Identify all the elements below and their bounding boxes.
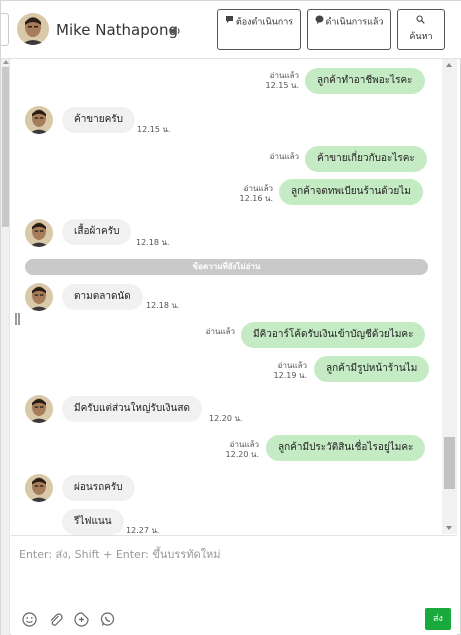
incoming-message[interactable]: เสื้อผ้าครับ <box>62 219 132 245</box>
message-meta: อ่านแล้ว <box>251 152 299 162</box>
contact-avatar[interactable] <box>25 219 53 247</box>
incoming-message[interactable]: ตามตลาดนัด <box>62 284 143 310</box>
message-time: 12.18 น. <box>146 301 180 310</box>
message-time: 12.15 น. <box>137 125 171 134</box>
message-time: 12.19 น. <box>273 371 307 380</box>
message-input[interactable] <box>19 544 439 564</box>
chat-header: Mike Nathapong ต้องดำเนินการ ดำเนินการแล… <box>1 1 461 59</box>
read-status: อ่านแล้ว <box>243 184 273 193</box>
message-composer: ส่ง <box>11 535 457 635</box>
messenger-icon <box>315 15 324 29</box>
search-icon <box>415 15 425 29</box>
outgoing-message[interactable]: ลูกค้าทำอาชีพอะไรคะ <box>305 68 425 94</box>
paperclip-icon[interactable] <box>47 611 64 628</box>
read-status: อ่านแล้ว <box>205 327 235 336</box>
chat-window: Mike Nathapong ต้องดำเนินการ ดำเนินการแล… <box>0 0 461 635</box>
contact-avatar[interactable] <box>25 474 53 502</box>
resize-handle[interactable] <box>15 313 20 325</box>
to-do-label: ต้องดำเนินการ <box>235 17 294 28</box>
contact-name: Mike Nathapong <box>56 21 178 39</box>
message-meta: อ่านแล้ว 12.15 น. <box>251 71 299 91</box>
incoming-message[interactable]: มีครับแต่ส่วนใหญ่รับเงินสด <box>62 396 202 422</box>
read-status: อ่านแล้ว <box>229 440 259 449</box>
emoji-icon[interactable] <box>21 611 38 628</box>
contact-avatar[interactable] <box>25 106 53 134</box>
incoming-message[interactable]: ค้าขายครับ <box>62 107 136 133</box>
whatsapp-icon[interactable] <box>99 611 116 628</box>
send-button[interactable]: ส่ง <box>425 608 451 630</box>
message-time: 12.15 น. <box>265 81 299 90</box>
incoming-message[interactable]: รีไฟแนน <box>62 509 124 535</box>
search-button[interactable]: ค้นหา <box>397 9 445 50</box>
read-status: อ่านแล้ว <box>269 152 299 161</box>
message-meta: อ่านแล้ว <box>187 327 235 337</box>
search-label: ค้นหา <box>409 31 433 42</box>
message-scrollbar[interactable] <box>442 59 457 534</box>
read-status: อ่านแล้ว <box>269 71 299 80</box>
back-tab[interactable] <box>1 13 9 46</box>
speaker-icon[interactable] <box>168 23 182 37</box>
message-time: 12.18 น. <box>136 238 170 247</box>
outgoing-message[interactable]: มีคิวอาร์โค้ดรับเงินเข้าบัญชีด้วยไมคะ <box>241 322 426 348</box>
scroll-down-arrow[interactable] <box>446 526 452 530</box>
comment-icon <box>225 15 234 29</box>
contact-avatar[interactable] <box>25 395 53 423</box>
message-meta: อ่านแล้ว 12.19 น. <box>259 361 307 381</box>
incoming-message[interactable]: ผ่อนรถครับ <box>62 475 135 501</box>
outgoing-message[interactable]: ลูกค้ามีรูปหน้าร้านไม <box>314 356 430 382</box>
message-time: 12.20 น. <box>209 414 243 423</box>
message-meta: อ่านแล้ว 12.20 น. <box>211 440 259 460</box>
message-time: 12.20 น. <box>225 450 259 459</box>
message-meta: อ่านแล้ว 12.16 น. <box>225 184 273 204</box>
to-do-button[interactable]: ต้องดำเนินการ <box>217 9 301 50</box>
outgoing-message[interactable]: ลูกค้าจดทพเบียนร้านด้วยไม <box>279 179 423 205</box>
sticker-icon[interactable] <box>73 611 90 628</box>
read-status: อ่านแล้ว <box>277 361 307 370</box>
left-scrollbar-thumb[interactable] <box>2 67 9 227</box>
outgoing-message[interactable]: ลูกค้ามีประวัติสินเชื่อไรอยู่ไมคะ <box>266 435 426 461</box>
contact-avatar[interactable] <box>17 13 49 45</box>
done-label: ดำเนินการแล้ว <box>325 17 384 28</box>
scroll-up-arrow[interactable] <box>446 63 452 67</box>
contact-avatar[interactable] <box>25 283 53 311</box>
done-button[interactable]: ดำเนินการแล้ว <box>307 9 391 50</box>
message-time: 12.16 น. <box>239 194 273 203</box>
unread-separator: ข้อความที่ยังไม่อ่าน <box>25 259 428 275</box>
outgoing-message[interactable]: ค้าขายเกี่ยวกับอะไรคะ <box>305 146 427 172</box>
left-scrollbar[interactable] <box>1 59 10 635</box>
scroll-up-arrow[interactable] <box>3 60 9 64</box>
message-scrollbar-thumb[interactable] <box>444 437 455 489</box>
